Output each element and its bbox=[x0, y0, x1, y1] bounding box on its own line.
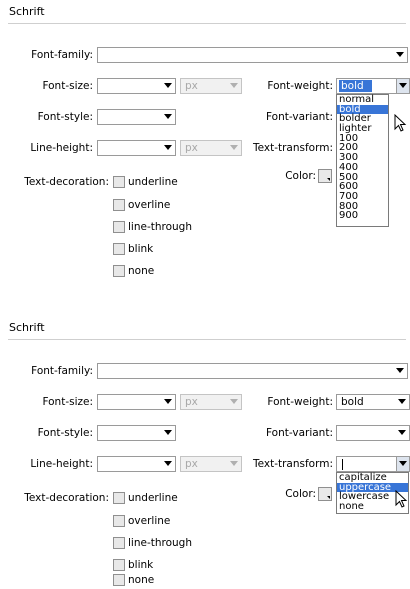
checkbox-label: underline bbox=[128, 492, 178, 504]
checkbox-label: none bbox=[128, 574, 155, 586]
font-style-select[interactable] bbox=[97, 425, 176, 441]
checkbox-label: overline bbox=[128, 515, 171, 527]
chevron-down-icon bbox=[399, 461, 407, 466]
mouse-pointer-icon bbox=[395, 490, 408, 508]
checkbox-label: line-through bbox=[128, 221, 192, 233]
checkbox-underline[interactable] bbox=[113, 492, 125, 504]
line-height-unit: px bbox=[185, 458, 198, 470]
chevron-down-icon bbox=[230, 83, 238, 88]
font-variant-select[interactable] bbox=[336, 425, 410, 441]
dropdown-button[interactable] bbox=[396, 457, 409, 471]
dropdown-button[interactable] bbox=[396, 79, 409, 93]
line-height-label: Line-height: bbox=[30, 458, 93, 470]
checkbox-label: blink bbox=[128, 243, 154, 255]
chevron-down-icon bbox=[396, 368, 404, 373]
checkbox-label: none bbox=[128, 265, 155, 277]
font-size-label: Font-size: bbox=[42, 396, 93, 408]
checkbox-none[interactable] bbox=[113, 265, 125, 277]
font-size-select[interactable] bbox=[97, 78, 176, 94]
font-size-select[interactable] bbox=[97, 394, 176, 410]
text-decoration-label: Text-decoration: bbox=[24, 176, 109, 188]
checkbox-label: blink bbox=[128, 559, 154, 571]
line-height-select[interactable] bbox=[97, 456, 176, 472]
checkbox-underline[interactable] bbox=[113, 176, 125, 188]
font-size-unit-select[interactable]: px bbox=[180, 78, 242, 94]
chevron-down-icon bbox=[396, 52, 404, 57]
font-family-label: Font-family: bbox=[31, 49, 93, 61]
line-height-select[interactable] bbox=[97, 140, 176, 156]
text-transform-select[interactable] bbox=[336, 456, 410, 472]
text-transform-label: Text-transform: bbox=[252, 458, 333, 470]
checkbox-label: line-through bbox=[128, 537, 192, 549]
chevron-down-icon bbox=[230, 399, 238, 404]
font-size-label: Font-size: bbox=[42, 80, 93, 92]
line-height-label: Line-height: bbox=[30, 142, 93, 154]
color-picker-button[interactable] bbox=[318, 487, 332, 501]
option-900[interactable]: 900 bbox=[337, 211, 388, 221]
chevron-down-icon bbox=[230, 461, 238, 466]
font-weight-select[interactable]: bold bbox=[336, 394, 410, 410]
line-height-unit: px bbox=[185, 142, 198, 154]
text-transform-label: Text-transform: bbox=[252, 142, 333, 154]
font-family-select[interactable] bbox=[97, 47, 408, 63]
line-height-unit-select[interactable]: px bbox=[180, 140, 242, 156]
checkbox-blink[interactable] bbox=[113, 243, 125, 255]
font-family-label: Font-family: bbox=[31, 365, 93, 377]
font-style-label: Font-style: bbox=[37, 427, 93, 439]
font-weight-value: bold bbox=[341, 396, 364, 408]
text-decoration-label: Text-decoration: bbox=[24, 492, 109, 504]
text-cursor bbox=[342, 459, 343, 470]
checkbox-line-through[interactable] bbox=[113, 221, 125, 233]
color-label: Color: bbox=[285, 170, 316, 182]
font-weight-value: bold bbox=[339, 80, 372, 92]
chevron-down-icon bbox=[164, 145, 172, 150]
font-variant-label: Font-variant: bbox=[266, 427, 333, 439]
color-picker-button[interactable] bbox=[318, 169, 332, 183]
font-variant-label: Font-variant: bbox=[266, 111, 333, 123]
checkbox-blink[interactable] bbox=[113, 559, 125, 571]
chevron-down-icon bbox=[164, 114, 172, 119]
checkbox-line-through[interactable] bbox=[113, 537, 125, 549]
font-weight-label: Font-weight: bbox=[267, 80, 333, 92]
checkbox-none[interactable] bbox=[113, 574, 125, 586]
chevron-down-icon bbox=[164, 461, 172, 466]
font-weight-select[interactable]: bold bbox=[336, 78, 410, 94]
chevron-down-icon bbox=[230, 145, 238, 150]
line-height-unit-select[interactable]: px bbox=[180, 456, 242, 472]
chevron-down-icon bbox=[164, 430, 172, 435]
chevron-down-icon bbox=[164, 399, 172, 404]
font-size-unit-select[interactable]: px bbox=[180, 394, 242, 410]
section-title: Schrift bbox=[9, 5, 45, 18]
chevron-down-icon bbox=[398, 430, 406, 435]
chevron-down-icon bbox=[398, 399, 406, 404]
font-weight-label: Font-weight: bbox=[267, 396, 333, 408]
checkbox-overline[interactable] bbox=[113, 199, 125, 211]
font-size-unit: px bbox=[185, 396, 198, 408]
section-title: Schrift bbox=[9, 321, 45, 334]
mouse-pointer-icon bbox=[394, 114, 407, 132]
divider bbox=[8, 23, 406, 24]
font-style-select[interactable] bbox=[97, 109, 176, 125]
checkbox-label: overline bbox=[128, 199, 171, 211]
chevron-down-icon bbox=[399, 83, 407, 88]
font-weight-options: normal bold bolder lighter 100 200 300 4… bbox=[336, 94, 389, 227]
color-label: Color: bbox=[285, 488, 316, 500]
font-family-select[interactable] bbox=[97, 363, 408, 379]
checkbox-label: underline bbox=[128, 176, 178, 188]
divider bbox=[8, 339, 406, 340]
chevron-down-icon bbox=[164, 83, 172, 88]
font-style-label: Font-style: bbox=[37, 111, 93, 123]
checkbox-overline[interactable] bbox=[113, 515, 125, 527]
font-size-unit: px bbox=[185, 80, 198, 92]
